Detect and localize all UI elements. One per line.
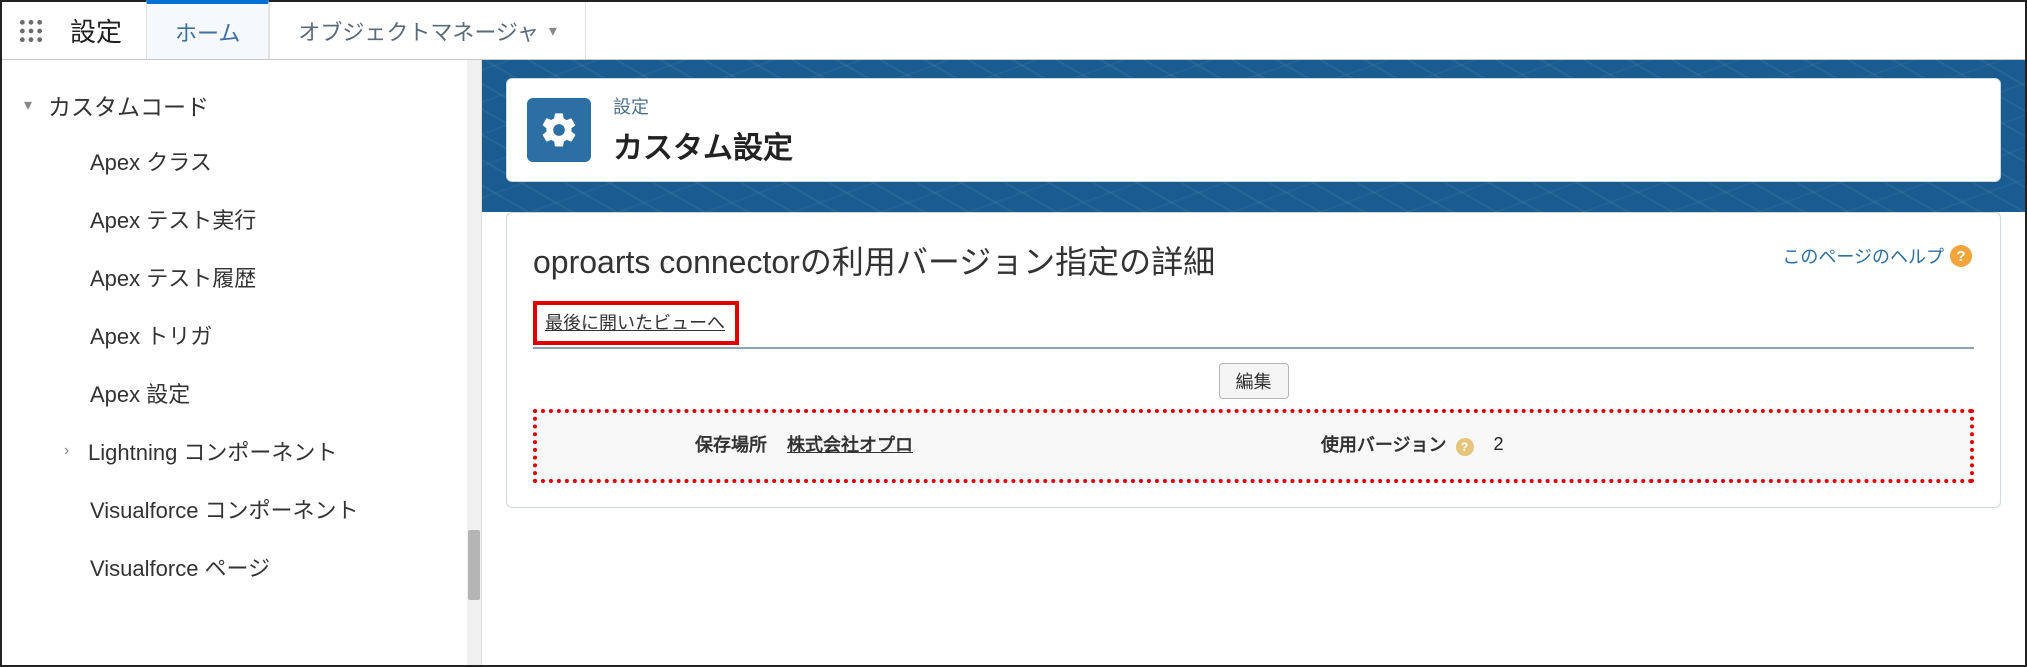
sidebar-item-visualforce-components[interactable]: Visualforce コンポーネント (90, 480, 471, 538)
top-bar: 設定 ホーム オブジェクトマネージャ ▾ (2, 2, 2025, 60)
main-area: 設定 カスタム設定 oproarts connectorの利用バージョン指定の詳… (482, 60, 2025, 665)
sidebar-item-apex-test-run[interactable]: Apex テスト実行 (90, 190, 471, 248)
sidebar-parent-custom-code[interactable]: ▾ カスタムコード (24, 78, 471, 132)
app-launcher-icon[interactable] (2, 2, 60, 59)
sidebar-item-apex-class[interactable]: Apex クラス (90, 132, 471, 190)
divider (533, 347, 1974, 349)
sidebar-item-label: Apex クラス (90, 145, 212, 177)
field-location-value[interactable]: 株式会社オプロ (787, 431, 913, 457)
sidebar-scrollbar[interactable] (467, 60, 481, 665)
nav-tree: ▾ カスタムコード Apex クラス Apex テスト実行 Apex テスト履歴… (2, 60, 481, 596)
sidebar-item-label: Visualforce ページ (90, 551, 270, 583)
help-link-label: このページのヘルプ (1782, 243, 1944, 269)
content-card: oproarts connectorの利用バージョン指定の詳細 このページのヘル… (506, 212, 2001, 508)
field-location-label: 保存場所 (547, 431, 787, 457)
sidebar-parent-label: カスタムコード (48, 88, 209, 122)
sidebar-item-label: Apex 設定 (90, 377, 190, 409)
field-version-label-text: 使用バージョン (1321, 435, 1447, 455)
chevron-down-icon: ▾ (24, 95, 48, 115)
banner-card: 設定 カスタム設定 (506, 78, 2001, 182)
sidebar-item-label: Apex トリガ (90, 319, 212, 351)
tab-home[interactable]: ホーム (146, 0, 269, 59)
tab-home-label: ホーム (175, 16, 240, 48)
sidebar-item-apex-settings[interactable]: Apex 設定 (90, 364, 471, 422)
sidebar-item-label: Visualforce コンポーネント (90, 493, 359, 525)
banner-text: 設定 カスタム設定 (613, 93, 793, 167)
banner-eyebrow: 設定 (613, 93, 793, 119)
page-banner: 設定 カスタム設定 (482, 60, 2025, 212)
edit-row: 編集 (533, 357, 1974, 409)
detail-highlight-box: 保存場所 株式会社オプロ 使用バージョン ? 2 (533, 409, 1974, 483)
body-row: ▾ カスタムコード Apex クラス Apex テスト実行 Apex テスト履歴… (2, 60, 2025, 665)
sidebar-item-label: Apex テスト実行 (90, 203, 256, 235)
field-version: 使用バージョン ? 2 (1254, 431, 1961, 457)
sidebar-item-apex-trigger[interactable]: Apex トリガ (90, 306, 471, 364)
sidebar: ▾ カスタムコード Apex クラス Apex テスト実行 Apex テスト履歴… (2, 60, 482, 665)
sidebar-item-apex-test-history[interactable]: Apex テスト履歴 (90, 248, 471, 306)
field-location: 保存場所 株式会社オプロ (547, 431, 1254, 457)
sidebar-item-label: Apex テスト履歴 (90, 261, 256, 293)
back-to-last-view-link[interactable]: 最後に開いたビューへ (545, 313, 725, 333)
tab-object-manager-label: オブジェクトマネージャ (298, 15, 538, 47)
sidebar-item-visualforce-pages[interactable]: Visualforce ページ (90, 538, 471, 596)
page-help-link[interactable]: このページのヘルプ ? (1782, 243, 1972, 269)
chevron-down-icon: ▾ (549, 21, 557, 41)
back-link-highlight: 最後に開いたビューへ (533, 301, 739, 345)
scrollbar-thumb[interactable] (468, 530, 480, 600)
help-icon[interactable]: ? (1456, 438, 1474, 456)
banner-title: カスタム設定 (613, 123, 793, 167)
page-subtitle: oproarts connectorの利用バージョン指定の詳細 (533, 237, 1974, 283)
sidebar-item-lightning-components[interactable]: › Lightning コンポーネント (90, 422, 471, 480)
edit-button[interactable]: 編集 (1219, 363, 1289, 399)
gear-icon (527, 98, 591, 162)
sidebar-item-label: Lightning コンポーネント (88, 435, 337, 467)
field-version-label: 使用バージョン ? (1254, 431, 1494, 457)
settings-label: 設定 (60, 2, 146, 59)
help-icon: ? (1950, 245, 1972, 267)
tab-object-manager[interactable]: オブジェクトマネージャ ▾ (269, 2, 586, 59)
sidebar-children: Apex クラス Apex テスト実行 Apex テスト履歴 Apex トリガ … (24, 132, 471, 596)
chevron-right-icon: › (64, 442, 88, 460)
field-version-value: 2 (1494, 434, 1504, 455)
